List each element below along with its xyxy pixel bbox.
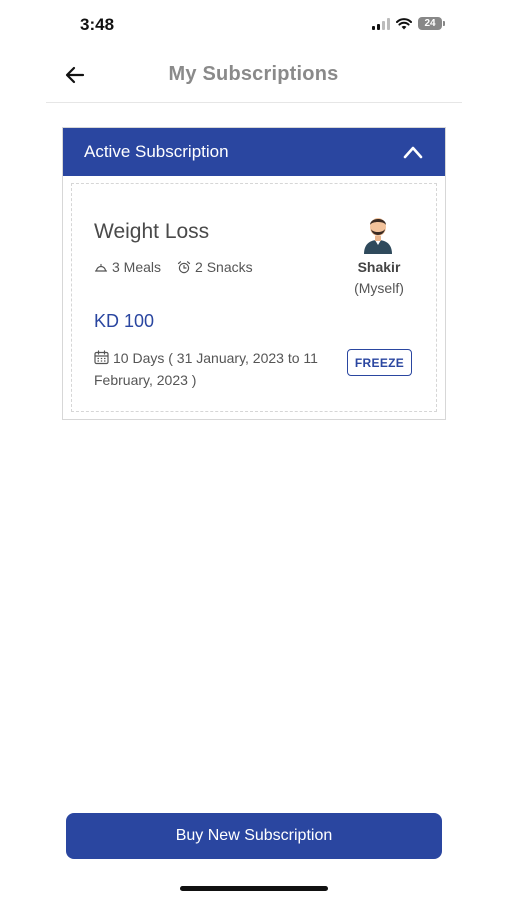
plan-name: Weight Loss xyxy=(94,220,210,243)
subscription-details: Weight Loss 3 Meals 2 Snacks KD 100 10 D… xyxy=(71,183,437,412)
chevron-up-icon[interactable] xyxy=(403,145,423,159)
member-name: Shakir xyxy=(357,259,401,275)
cloche-icon xyxy=(94,263,108,272)
home-indicator xyxy=(180,886,328,891)
snacks-count: 2 Snacks xyxy=(195,259,253,275)
status-icons: 24 xyxy=(372,17,445,30)
member-relation: (Myself) xyxy=(354,280,404,296)
subscription-duration: 10 Days ( 31 January, 2023 to 11 Februar… xyxy=(94,347,334,391)
status-time: 3:48 xyxy=(80,15,115,34)
section-title: Active Subscription xyxy=(84,142,229,161)
buy-new-subscription-button[interactable]: Buy New Subscription xyxy=(66,813,442,859)
subscriptions-screen: 3:48 24 My Subscriptions Active Subscrip… xyxy=(0,0,507,900)
page-title: My Subscriptions xyxy=(168,63,339,85)
freeze-button[interactable]: FREEZE xyxy=(347,349,412,376)
duration-text: 10 Days ( 31 January, 2023 to 11 Februar… xyxy=(94,350,318,388)
battery-icon: 24 xyxy=(418,17,445,30)
active-subscription-card: Active Subscription Weight Loss 3 Meals … xyxy=(62,127,446,420)
alarm-clock-icon xyxy=(177,261,191,274)
calendar-icon xyxy=(94,350,109,365)
meals-snacks-row: 3 Meals 2 Snacks xyxy=(94,259,253,275)
signal-icon xyxy=(372,17,390,30)
meals-count: 3 Meals xyxy=(112,259,162,275)
active-subscription-header[interactable]: Active Subscription xyxy=(63,128,445,176)
header-divider xyxy=(46,102,462,103)
subscription-price: KD 100 xyxy=(94,311,155,331)
wifi-icon xyxy=(396,17,412,29)
user-avatar-icon xyxy=(364,218,392,254)
